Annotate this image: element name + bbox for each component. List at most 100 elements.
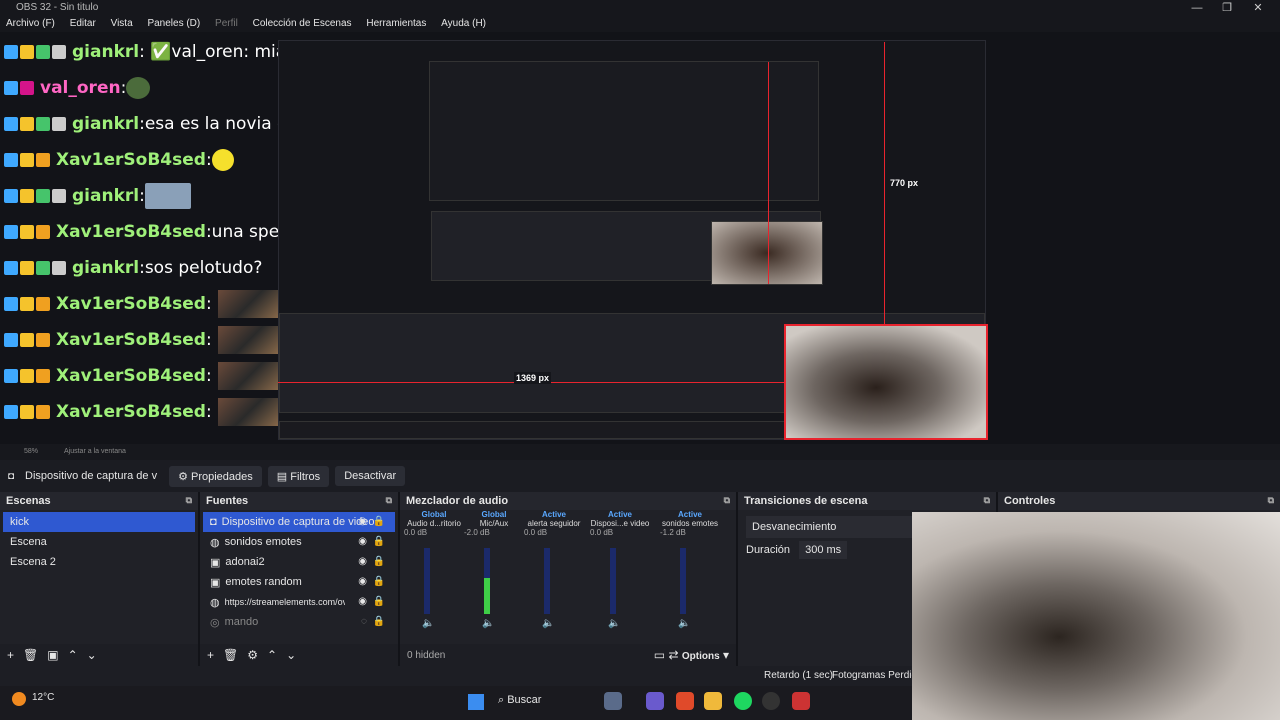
filter-icon[interactable]: ▣ bbox=[47, 648, 58, 662]
speaker-icon[interactable]: 🔈 bbox=[542, 618, 554, 629]
chat-user: Xav1erSoB4sed bbox=[56, 150, 206, 170]
app-icon[interactable] bbox=[792, 692, 810, 710]
source-item[interactable]: ▣ adonai2 ◉ 🔒 bbox=[203, 552, 395, 572]
taskbar-app-icon[interactable] bbox=[604, 692, 622, 710]
volume-meter bbox=[424, 548, 430, 614]
mixer-channel[interactable]: Active sonidos emotes -1.2 dB 🔈 bbox=[660, 510, 720, 629]
swap-icon[interactable]: ⇄ bbox=[668, 648, 678, 662]
options-button[interactable]: Options bbox=[682, 651, 720, 662]
speaker-icon[interactable]: 🔈 bbox=[608, 618, 620, 629]
mixer-channel[interactable]: Global Audio d...ritorio 0.0 dB 🔈 bbox=[404, 510, 464, 629]
menu-archivo[interactable]: Archivo (F) bbox=[6, 18, 55, 29]
fit-window[interactable]: Ajustar a la ventana bbox=[64, 448, 126, 455]
selected-source-label: Dispositivo de captura de v bbox=[25, 470, 158, 482]
eye-icon[interactable]: ◉ bbox=[358, 556, 367, 567]
filters-button[interactable]: ▤ Filtros bbox=[267, 465, 330, 487]
up-icon[interactable]: ⌃ bbox=[68, 648, 78, 662]
mixer-title: Mezclador de audio bbox=[406, 495, 509, 507]
eye-icon[interactable]: ◉ bbox=[358, 536, 367, 547]
menu-ayuda[interactable]: Ayuda (H) bbox=[441, 18, 486, 29]
add-icon[interactable]: + bbox=[207, 648, 214, 662]
menu-editar[interactable]: Editar bbox=[70, 18, 96, 29]
speaker-icon[interactable]: 🔈 bbox=[422, 618, 434, 629]
lock-icon[interactable]: 🔒 bbox=[373, 616, 385, 627]
undock-icon[interactable]: ⧉ bbox=[386, 495, 392, 506]
scene-item[interactable]: Escena bbox=[3, 532, 195, 552]
source-item[interactable]: ◎ mando ◌ 🔒 bbox=[203, 612, 395, 632]
eye-icon[interactable]: ◉ bbox=[358, 576, 367, 587]
zoom-bar: 58% Ajustar a la ventana bbox=[0, 444, 1280, 460]
guide-line bbox=[768, 62, 769, 284]
maximize-icon[interactable]: ❐ bbox=[1220, 1, 1234, 15]
chat-user: val_oren bbox=[40, 78, 121, 98]
windows-start-icon[interactable] bbox=[468, 694, 484, 710]
duration-input[interactable]: 300 ms bbox=[799, 541, 848, 559]
chat-user: Xav1erSoB4sed bbox=[56, 402, 206, 422]
channel-db: 0.0 dB bbox=[524, 528, 548, 537]
undock-icon[interactable]: ⧉ bbox=[724, 495, 730, 506]
menu-paneles[interactable]: Paneles (D) bbox=[147, 18, 200, 29]
lock-icon[interactable]: 🔒 bbox=[373, 596, 385, 607]
chat-message: sos pelotudo? bbox=[144, 258, 263, 278]
add-icon[interactable]: + bbox=[7, 648, 14, 662]
lock-icon[interactable]: 🔒 bbox=[373, 536, 385, 547]
image-icon: ▣ bbox=[210, 576, 221, 589]
height-label: 770 px bbox=[890, 178, 919, 188]
undock-icon[interactable]: ⧉ bbox=[186, 495, 192, 506]
source-item[interactable]: ▣ emotes random ◉ 🔒 bbox=[203, 572, 395, 592]
menu-herramientas[interactable]: Herramientas bbox=[366, 18, 426, 29]
close-icon[interactable]: ✕ bbox=[1251, 1, 1265, 15]
brave-icon[interactable] bbox=[676, 692, 694, 710]
scene-item[interactable]: kick bbox=[3, 512, 195, 532]
down-icon[interactable]: ⌄ bbox=[87, 648, 97, 662]
eye-icon[interactable]: ◉ bbox=[358, 516, 367, 527]
gear-icon[interactable]: ⚙ bbox=[247, 648, 258, 662]
mixer-channel[interactable]: Active Disposi...e video 0.0 dB 🔈 bbox=[590, 510, 650, 629]
lock-icon[interactable]: 🔒 bbox=[373, 576, 385, 587]
undock-icon[interactable]: ⧉ bbox=[984, 495, 990, 506]
menu-vista[interactable]: Vista bbox=[111, 18, 133, 29]
source-item[interactable]: ◍ https://streamelements.com/ov ◉ 🔒 bbox=[203, 592, 395, 612]
up-icon[interactable]: ⌃ bbox=[267, 648, 277, 662]
properties-button[interactable]: ⚙ Propiedades bbox=[169, 465, 262, 487]
mixer-channel[interactable]: Global Mic/Aux -2.0 dB 🔈 bbox=[464, 510, 524, 629]
selected-camera-source[interactable] bbox=[784, 324, 988, 440]
speaker-icon[interactable]: 🔈 bbox=[482, 618, 494, 629]
mixer-channel[interactable]: Active alerta seguidor 0.0 dB 🔈 bbox=[524, 510, 584, 629]
trash-icon[interactable]: 🗑 bbox=[23, 648, 38, 662]
volume-meter bbox=[484, 548, 490, 614]
eye-hidden-icon[interactable]: ◌ bbox=[361, 616, 367, 627]
layout-icon[interactable]: ▭ bbox=[654, 648, 665, 662]
menu-perfil[interactable]: Perfil bbox=[215, 18, 238, 29]
spotify-icon[interactable] bbox=[734, 692, 752, 710]
zoom-level[interactable]: 58% bbox=[24, 448, 38, 455]
menu-coleccion[interactable]: Colección de Escenas bbox=[253, 18, 352, 29]
width-label: 1369 px bbox=[514, 372, 552, 384]
emote-image bbox=[217, 326, 280, 354]
controls-title: Controles bbox=[1004, 495, 1056, 507]
obs-icon[interactable] bbox=[762, 692, 780, 710]
sources-title: Fuentes bbox=[206, 495, 249, 507]
scene-item[interactable]: Escena 2 bbox=[3, 552, 195, 572]
globe-icon: ◍ bbox=[210, 596, 220, 609]
discord-icon[interactable] bbox=[646, 692, 664, 710]
volume-meter bbox=[544, 548, 550, 614]
eye-icon[interactable]: ◉ bbox=[358, 596, 367, 607]
lock-icon[interactable]: 🔒 bbox=[373, 556, 385, 567]
camera-icon: ◘ bbox=[210, 516, 217, 528]
chat-user: Xav1erSoB4sed bbox=[56, 294, 206, 314]
search-bar[interactable]: ⌕ Buscar bbox=[498, 694, 541, 707]
speaker-icon[interactable]: 🔈 bbox=[678, 618, 690, 629]
deactivate-button[interactable]: Desactivar bbox=[335, 466, 406, 486]
trash-icon[interactable]: 🗑 bbox=[223, 648, 238, 662]
minimize-icon[interactable]: — bbox=[1190, 1, 1204, 15]
meter-fill bbox=[484, 577, 490, 614]
source-item[interactable]: ◘ Dispositivo de captura de video ◉ 🔒 bbox=[203, 512, 395, 532]
undock-icon[interactable]: ⧉ bbox=[1268, 495, 1274, 506]
folder-icon[interactable] bbox=[704, 692, 722, 710]
source-item[interactable]: ◍ sonidos emotes ◉ 🔒 bbox=[203, 532, 395, 552]
lock-icon[interactable]: 🔒 bbox=[373, 516, 385, 527]
source-label: https://streamelements.com/ov bbox=[224, 597, 345, 607]
down-icon[interactable]: ⌄ bbox=[286, 648, 296, 662]
delay-status: Retardo (1 sec) bbox=[764, 670, 833, 681]
